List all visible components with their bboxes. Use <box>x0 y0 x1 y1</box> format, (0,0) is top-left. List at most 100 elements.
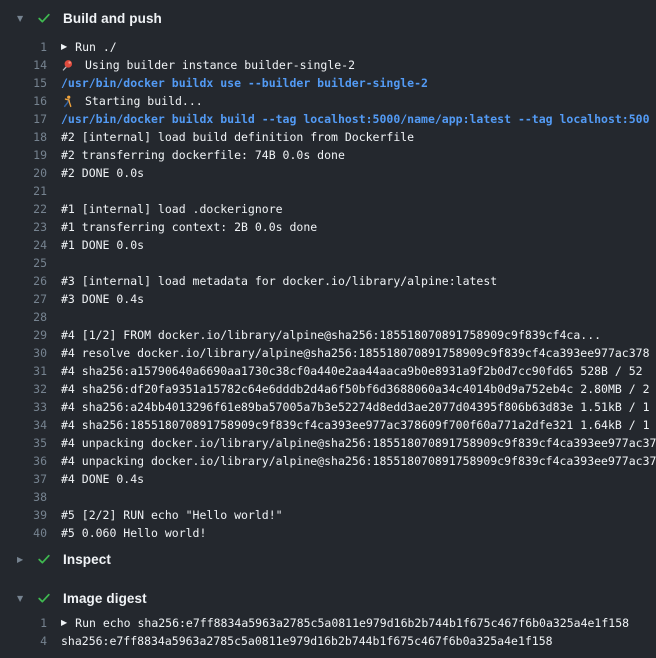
log-line: 14 Using builder instance builder-single… <box>0 56 656 74</box>
log-text: #1 transferring context: 2B 0.0s done <box>61 218 317 236</box>
log-line: 26 #3 [internal] load metadata for docke… <box>0 272 656 290</box>
section-title: Build and push <box>63 11 162 26</box>
log-line: 19 #2 transferring dockerfile: 74B 0.0s … <box>0 146 656 164</box>
line-number[interactable]: 38 <box>0 488 47 506</box>
log-line: 38 <box>0 488 656 506</box>
line-number[interactable]: 34 <box>0 416 47 434</box>
log-line: 27 #3 DONE 0.4s <box>0 290 656 308</box>
line-number[interactable]: 14 <box>0 56 47 74</box>
log-text: #4 unpacking docker.io/library/alpine@sh… <box>61 434 656 452</box>
chevron-right-icon[interactable]: ▶ <box>17 555 29 564</box>
line-number[interactable]: 19 <box>0 146 47 164</box>
log-line: 24 #1 DONE 0.0s <box>0 236 656 254</box>
line-number[interactable]: 26 <box>0 272 47 290</box>
line-number[interactable]: 31 <box>0 362 47 380</box>
section-header-image-digest[interactable]: ▼ Image digest <box>0 586 656 610</box>
log-line: 22 #1 [internal] load .dockerignore <box>0 200 656 218</box>
group-command-text: Run echo sha256:e7ff8834a5963a2785c5a081… <box>75 614 629 632</box>
check-icon <box>37 11 51 25</box>
log-text: #1 [internal] load .dockerignore <box>61 200 283 218</box>
line-number[interactable]: 22 <box>0 200 47 218</box>
line-number[interactable]: 16 <box>0 92 47 110</box>
chevron-down-icon[interactable]: ▼ <box>17 14 29 23</box>
log-text: #4 resolve docker.io/library/alpine@sha2… <box>61 344 650 362</box>
log-line: 33 #4 sha256:a24bb4013296f61e89ba57005a7… <box>0 398 656 416</box>
line-number[interactable]: 17 <box>0 110 47 128</box>
section-title: Inspect <box>63 552 111 567</box>
log-command-text: /usr/bin/docker buildx use --builder bui… <box>61 74 428 92</box>
log-text: #4 sha256:a24bb4013296f61e89ba57005a7b3e… <box>61 398 650 416</box>
log-text: ▶ Run echo sha256:e7ff8834a5963a2785c5a08… <box>61 614 629 632</box>
log-text: ▶ Run ./ <box>61 38 117 56</box>
line-number[interactable]: 18 <box>0 128 47 146</box>
line-number[interactable]: 28 <box>0 308 47 326</box>
line-number[interactable]: 30 <box>0 344 47 362</box>
log-line: 17 /usr/bin/docker buildx build --tag lo… <box>0 110 656 128</box>
log-line: 4 sha256:e7ff8834a5963a2785c5a0811e979d1… <box>0 632 656 650</box>
pushpin-icon <box>61 59 74 72</box>
line-number[interactable]: 1 <box>0 614 47 632</box>
log-text: #5 0.060 Hello world! <box>61 524 206 542</box>
log-line: 34 #4 sha256:185518070891758909c9f839cf4… <box>0 416 656 434</box>
log-text: #4 sha256:df20fa9351a15782c64e6dddb2d4a6… <box>61 380 650 398</box>
log-text: #2 [internal] load build definition from… <box>61 128 414 146</box>
section-header-build-and-push[interactable]: ▼ Build and push <box>0 4 656 32</box>
log-line: 37 #4 DONE 0.4s <box>0 470 656 488</box>
log-text: #5 [2/2] RUN echo "Hello world!" <box>61 506 283 524</box>
group-command-text: Run ./ <box>75 38 117 56</box>
section-header-inspect[interactable]: ▶ Inspect <box>0 547 656 571</box>
log-text: Using builder instance builder-single-2 <box>61 56 355 74</box>
chevron-down-icon[interactable]: ▼ <box>17 594 29 603</box>
log-line: 35 #4 unpacking docker.io/library/alpine… <box>0 434 656 452</box>
runner-icon <box>61 95 74 108</box>
log-line: 18 #2 [internal] load build definition f… <box>0 128 656 146</box>
log-line: 15 /usr/bin/docker buildx use --builder … <box>0 74 656 92</box>
line-number[interactable]: 36 <box>0 452 47 470</box>
log-command-text: /usr/bin/docker buildx build --tag local… <box>61 110 650 128</box>
line-number[interactable]: 29 <box>0 326 47 344</box>
log-line: 28 <box>0 308 656 326</box>
log-line: 1 ▶ Run echo sha256:e7ff8834a5963a2785c5a… <box>0 614 656 632</box>
log-message: Using builder instance builder-single-2 <box>85 56 355 74</box>
line-number[interactable]: 1 <box>0 38 47 56</box>
line-number[interactable]: 27 <box>0 290 47 308</box>
log-text: #4 sha256:a15790640a6690aa1730c38cf0a440… <box>61 362 643 380</box>
expand-group-icon[interactable]: ▶ <box>61 614 67 632</box>
log-line: 23 #1 transferring context: 2B 0.0s done <box>0 218 656 236</box>
line-number[interactable]: 39 <box>0 506 47 524</box>
line-number[interactable]: 24 <box>0 236 47 254</box>
log-line: 16 Starting build... <box>0 92 656 110</box>
log-text: #3 DONE 0.4s <box>61 290 144 308</box>
line-number[interactable]: 21 <box>0 182 47 200</box>
log-lines-build-and-push: 1 ▶ Run ./ 14 Using builder instance buil… <box>0 38 656 542</box>
log-line: 21 <box>0 182 656 200</box>
log-line: 31 #4 sha256:a15790640a6690aa1730c38cf0a… <box>0 362 656 380</box>
line-number[interactable]: 25 <box>0 254 47 272</box>
log-text: #4 sha256:185518070891758909c9f839cf4ca3… <box>61 416 650 434</box>
line-number[interactable]: 37 <box>0 470 47 488</box>
log-line: 25 <box>0 254 656 272</box>
log-lines-image-digest: 1 ▶ Run echo sha256:e7ff8834a5963a2785c5a… <box>0 614 656 650</box>
log-text: #4 [1/2] FROM docker.io/library/alpine@s… <box>61 326 601 344</box>
line-number[interactable]: 15 <box>0 74 47 92</box>
log-message: Starting build... <box>85 92 203 110</box>
line-number[interactable]: 20 <box>0 164 47 182</box>
log-text: #4 DONE 0.4s <box>61 470 144 488</box>
expand-group-icon[interactable]: ▶ <box>61 38 67 56</box>
log-text: #1 DONE 0.0s <box>61 236 144 254</box>
workflow-log-viewer: ▼ Build and push 1 ▶Run ./ 14 Using buil… <box>0 0 656 658</box>
check-icon <box>37 552 51 566</box>
line-number[interactable]: 40 <box>0 524 47 542</box>
log-line: 36 #4 unpacking docker.io/library/alpine… <box>0 452 656 470</box>
log-line: 40 #5 0.060 Hello world! <box>0 524 656 542</box>
log-text: #3 [internal] load metadata for docker.i… <box>61 272 497 290</box>
line-number[interactable]: 35 <box>0 434 47 452</box>
log-line: 39 #5 [2/2] RUN echo "Hello world!" <box>0 506 656 524</box>
line-number[interactable]: 32 <box>0 380 47 398</box>
line-number[interactable]: 33 <box>0 398 47 416</box>
line-number[interactable]: 4 <box>0 632 47 650</box>
log-line: 20 #2 DONE 0.0s <box>0 164 656 182</box>
line-number[interactable]: 23 <box>0 218 47 236</box>
check-icon <box>37 591 51 605</box>
section-title: Image digest <box>63 591 147 606</box>
